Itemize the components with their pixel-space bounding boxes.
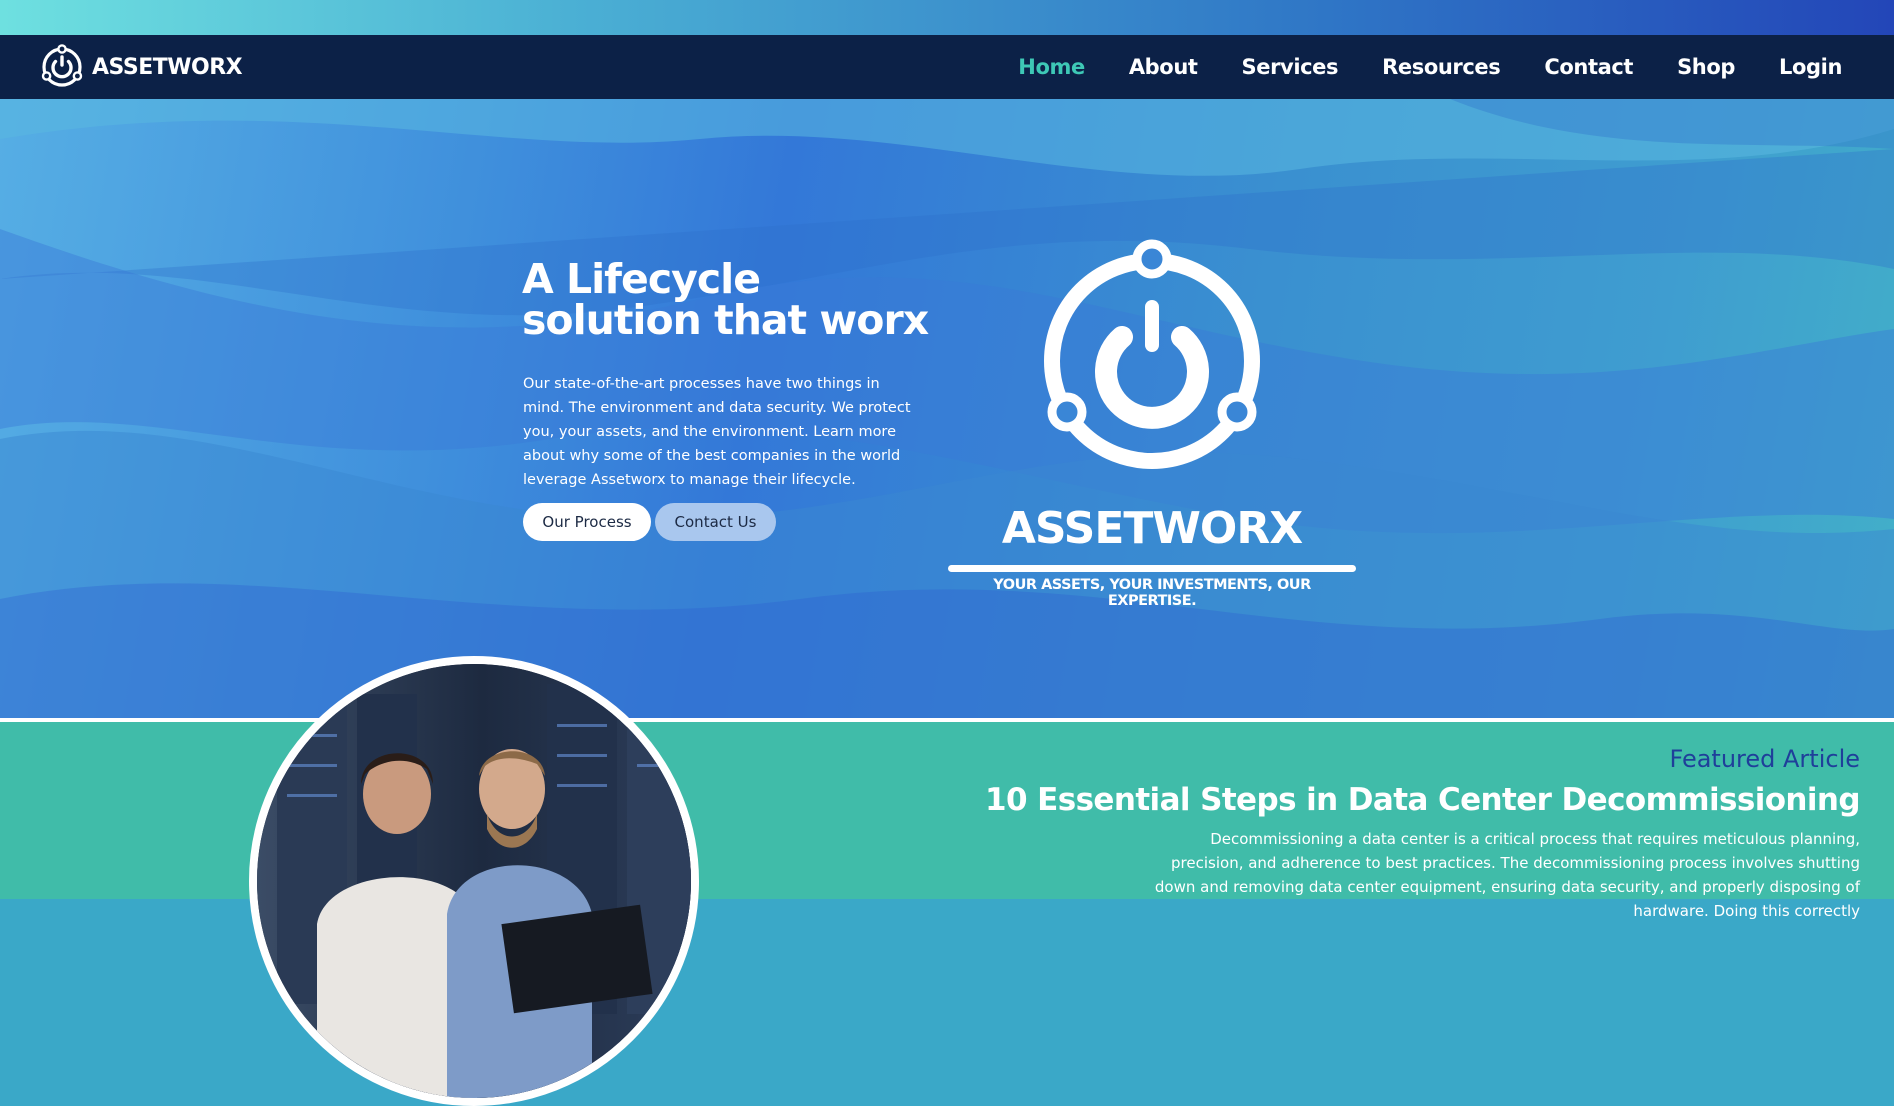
contact-us-button[interactable]: Contact Us <box>655 503 776 541</box>
server-room-photo <box>257 664 691 1098</box>
featured-article-title[interactable]: 10 Essential Steps in Data Center Decomm… <box>985 782 1861 818</box>
our-process-button[interactable]: Our Process <box>523 503 651 541</box>
brand-name: ASSETWORX <box>92 54 243 80</box>
nav-login[interactable]: Login <box>1779 55 1842 79</box>
brand[interactable]: ASSETWORX <box>38 43 243 91</box>
main-nav: Home About Services Resources Contact Sh… <box>974 35 1842 99</box>
featured-article-image[interactable] <box>249 656 699 1106</box>
hero-wave-background <box>0 99 1894 718</box>
nav-contact[interactable]: Contact <box>1544 55 1633 79</box>
nav-resources[interactable]: Resources <box>1382 55 1501 79</box>
nav-services[interactable]: Services <box>1242 55 1339 79</box>
featured-article-kicker: Featured Article <box>1669 745 1860 773</box>
nav-about[interactable]: About <box>1129 55 1198 79</box>
hero-description: Our state-of-the-art processes have two … <box>523 376 911 488</box>
navbar: ASSETWORX Home About Services Resources … <box>0 35 1894 99</box>
featured-article-excerpt: Decommissioning a data center is a criti… <box>1154 830 1860 920</box>
hero-title: A Lifecycle solution that worx <box>522 259 929 344</box>
nav-shop[interactable]: Shop <box>1677 55 1735 79</box>
hero-section: A Lifecycle solution that worx Our state… <box>0 99 1894 718</box>
power-ring-logo-icon <box>41 44 83 87</box>
hero-brand-name: ASSETWORX <box>1001 503 1303 554</box>
hero-tagline: YOUR ASSETS, YOUR INVESTMENTS, OUR EXPER… <box>993 577 1311 609</box>
hero-title-line2: solution that worx <box>522 296 929 344</box>
top-gradient-strip <box>0 0 1894 35</box>
hero-divider <box>948 565 1356 572</box>
nav-home[interactable]: Home <box>1018 55 1085 79</box>
power-ring-logo-icon <box>1044 239 1260 469</box>
